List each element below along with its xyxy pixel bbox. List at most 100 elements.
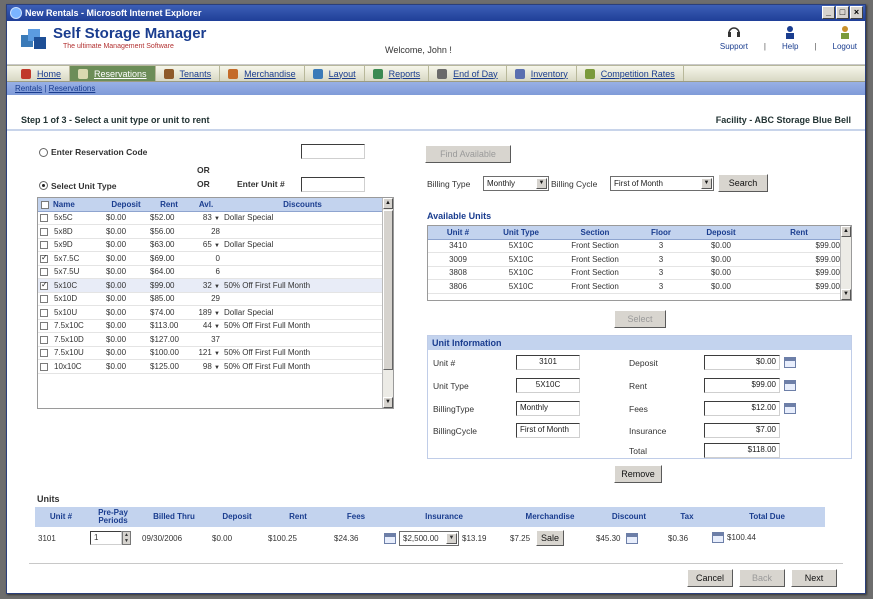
unit-type-checkbox[interactable] xyxy=(40,227,48,236)
unit-type-checkbox[interactable] xyxy=(40,295,48,304)
available-unit-cell: $99.00 xyxy=(756,239,842,253)
discount-dropdown-icon[interactable]: ▼ xyxy=(214,284,220,290)
scroll-up-icon[interactable]: ▲ xyxy=(841,226,851,237)
subnav-reservations-link[interactable]: Reservations xyxy=(49,84,96,93)
unit-type-rent: $69.00 xyxy=(148,251,190,266)
tab-competition-rates[interactable]: Competition Rates xyxy=(577,66,684,81)
scroll-up-icon[interactable]: ▲ xyxy=(383,198,393,209)
unit-type-row[interactable]: 5x7.5U $0.00 $64.00 6 xyxy=(38,265,383,279)
logout-link[interactable]: Logout xyxy=(833,25,857,51)
select-unit-button[interactable]: Select xyxy=(614,310,666,328)
ui-billing-type-field: Monthly xyxy=(516,401,580,416)
next-button[interactable]: Next xyxy=(791,569,837,587)
tab-reservations[interactable]: Reservations xyxy=(70,66,156,81)
unit-type-checkbox[interactable] xyxy=(40,335,48,344)
unit-information-title: Unit Information xyxy=(428,336,851,350)
billing-type-select[interactable]: Monthly ▼ xyxy=(483,176,549,191)
unit-type-row[interactable]: 5x10U $0.00 $74.00 189 ▼ Dollar Special xyxy=(38,305,383,320)
available-unit-row[interactable]: 3808 5X10C Front Section 3 $0.00 $99.00 xyxy=(428,266,842,280)
unit-type-scrollbar[interactable]: ▲ ▼ xyxy=(382,198,393,408)
reservation-code-radio[interactable] xyxy=(39,148,48,157)
minimize-button[interactable]: _ xyxy=(822,6,835,19)
unit-type-row[interactable]: 5x10C$0.00$99.0032 ▼50% Off First Full M… xyxy=(38,278,383,293)
unit-type-avl: 98 ▼ xyxy=(190,359,222,374)
select-unit-type-radio[interactable] xyxy=(39,181,48,190)
units-deposit-cell: $0.00 xyxy=(212,533,233,543)
unit-type-row[interactable]: 5x8D $0.00 $56.00 28 xyxy=(38,224,383,239)
scroll-thumb[interactable] xyxy=(383,210,393,370)
select-all-checkbox[interactable] xyxy=(41,200,49,209)
unit-type-row[interactable]: 7.5x10D $0.00 $127.00 37 xyxy=(38,332,383,347)
ui-insurance-field: $7.00 xyxy=(704,423,780,438)
billing-type-label: Billing Type xyxy=(427,179,471,189)
main-nav: Home Reservations Tenants Merchandise La… xyxy=(7,65,865,82)
unit-type-row[interactable]: 5x7.5C$0.00$69.000 xyxy=(38,251,383,266)
app-subtitle: The ultimate Management Software xyxy=(63,43,174,50)
prepay-spinner-icon[interactable]: ▲ ▼ xyxy=(122,531,131,545)
discount-dropdown-icon[interactable]: ▼ xyxy=(214,324,220,330)
ui-deposit-field[interactable]: $0.00 xyxy=(704,355,780,370)
sale-button[interactable]: Sale xyxy=(536,530,565,546)
tab-home[interactable]: Home xyxy=(13,66,71,81)
support-link[interactable]: Support xyxy=(720,25,748,51)
discount-dropdown-icon[interactable]: ▼ xyxy=(214,216,220,222)
scroll-down-icon[interactable]: ▼ xyxy=(383,397,393,408)
tab-merchandise[interactable]: Merchandise xyxy=(220,66,305,81)
scroll-down-icon[interactable]: ▼ xyxy=(841,289,851,300)
unit-type-checkbox[interactable] xyxy=(40,241,48,250)
tab-inventory[interactable]: Inventory xyxy=(507,66,577,81)
tab-reports[interactable]: Reports xyxy=(365,66,430,81)
discount-dropdown-icon[interactable]: ▼ xyxy=(214,351,220,357)
maximize-button[interactable]: □ xyxy=(836,6,849,19)
subnav-rentals-link[interactable]: Rentals xyxy=(15,84,42,93)
enter-unit-input[interactable] xyxy=(301,177,365,192)
back-button[interactable]: Back xyxy=(739,569,785,587)
available-unit-row[interactable]: 3806 5X10C Front Section 3 $0.00 $99.00 xyxy=(428,279,842,294)
unit-type-checkbox[interactable] xyxy=(40,308,48,317)
remove-button[interactable]: Remove xyxy=(614,465,662,483)
unit-type-checkbox[interactable] xyxy=(40,280,48,290)
calendar-icon[interactable] xyxy=(712,531,724,543)
browser-window: New Rentals - Microsoft Internet Explore… xyxy=(6,4,866,594)
calendar-icon[interactable] xyxy=(626,532,639,544)
insurance-select[interactable]: $2,500.00 ▼ xyxy=(399,530,459,546)
discount-dropdown-icon[interactable]: ▼ xyxy=(214,365,220,371)
unit-type-checkbox[interactable] xyxy=(40,362,48,371)
calendar-icon[interactable] xyxy=(784,357,796,368)
billing-cycle-select[interactable]: First of Month ▼ xyxy=(610,176,714,191)
find-available-button[interactable]: Find Available xyxy=(425,145,511,163)
ui-rent-field[interactable]: $99.00 xyxy=(704,378,780,393)
calendar-icon[interactable] xyxy=(784,380,796,391)
available-unit-cell: Front Section xyxy=(554,266,636,280)
reservation-code-input[interactable] xyxy=(301,144,365,159)
search-button[interactable]: Search xyxy=(718,174,768,192)
cancel-button[interactable]: Cancel xyxy=(687,569,733,587)
close-button[interactable]: × xyxy=(850,6,863,19)
calendar-icon[interactable] xyxy=(784,403,796,414)
discount-dropdown-icon[interactable]: ▼ xyxy=(214,311,220,317)
available-unit-row[interactable]: 3410 5X10C Front Section 3 $0.00 $99.00 xyxy=(428,239,842,253)
prepay-periods-input[interactable]: 1 xyxy=(90,531,122,545)
discount-dropdown-icon[interactable]: ▼ xyxy=(214,243,220,249)
unit-type-row[interactable]: 7.5x10U $0.00 $100.00 121 ▼ 50% Off First Fu… xyxy=(38,346,383,360)
unit-type-row[interactable]: 10x10C $0.00 $125.00 98 ▼ 50% Off First Full… xyxy=(38,359,383,374)
unit-type-row[interactable]: 5x9D $0.00 $63.00 65 ▼ Dollar Special xyxy=(38,238,383,252)
unit-type-checkbox[interactable] xyxy=(40,268,48,277)
unit-type-row[interactable]: 5x10D $0.00 $85.00 29 xyxy=(38,292,383,306)
available-scrollbar[interactable]: ▲ ▼ xyxy=(840,226,851,300)
calendar-icon[interactable] xyxy=(384,532,396,544)
help-link[interactable]: Help xyxy=(782,25,798,51)
unit-type-checkbox[interactable] xyxy=(40,322,48,331)
unit-type-checkbox[interactable] xyxy=(40,253,48,263)
unit-type-checkbox[interactable] xyxy=(40,214,48,223)
available-unit-row[interactable]: 3009 5X10C Front Section 3 $0.00 $99.00 xyxy=(428,252,842,267)
units-tax-cell: $0.36 xyxy=(668,533,689,543)
unit-type-row[interactable]: 7.5x10C $0.00 $113.00 44 ▼ 50% Off First Ful… xyxy=(38,319,383,333)
ui-fees-field[interactable]: $12.00 xyxy=(704,401,780,416)
tab-layout[interactable]: Layout xyxy=(305,66,365,81)
unit-type-checkbox[interactable] xyxy=(40,349,48,358)
tab-end-of-day[interactable]: End of Day xyxy=(429,66,507,81)
unit-type-row[interactable]: 5x5C $0.00 $52.00 83 ▼ Dollar Special xyxy=(38,211,383,225)
tab-tenants[interactable]: Tenants xyxy=(156,66,221,81)
units-header-row: Unit # Pre-Pay Periods Billed Thru Depos… xyxy=(35,507,825,527)
